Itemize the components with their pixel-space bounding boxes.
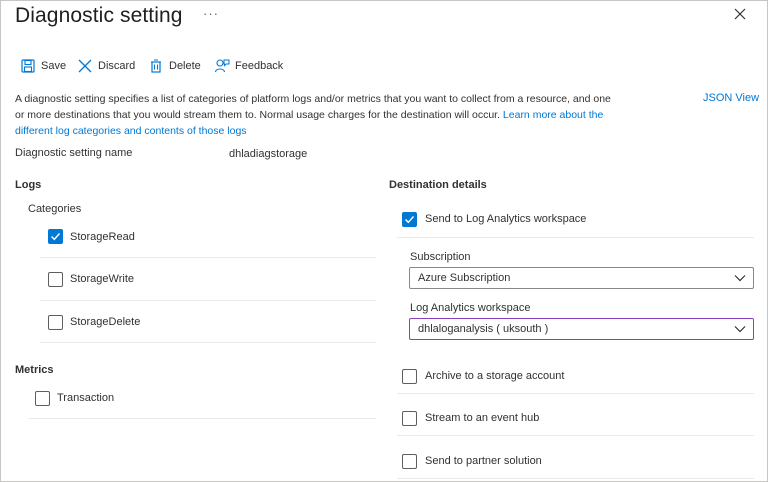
log-category-label: StorageRead <box>70 231 135 243</box>
log-category-storagewrite-checkbox[interactable] <box>48 272 63 287</box>
log-category-label: StorageDelete <box>70 316 141 328</box>
feedback-icon <box>214 59 230 73</box>
checkbox[interactable] <box>48 229 63 244</box>
subscription-value: Azure Subscription <box>418 272 511 284</box>
discard-icon <box>78 59 92 73</box>
event-hub-label: Stream to an event hub <box>425 412 540 424</box>
delete-label: Delete <box>169 60 201 72</box>
logs-heading: Logs <box>15 179 42 191</box>
divider <box>397 435 754 436</box>
log-analytics-label: Send to Log Analytics workspace <box>425 213 587 225</box>
workspace-label: Log Analytics workspace <box>410 302 531 314</box>
destination-heading: Destination details <box>389 179 487 191</box>
save-icon <box>21 59 35 73</box>
divider <box>40 257 376 258</box>
event-hub-checkbox[interactable] <box>402 411 417 426</box>
divider <box>40 300 376 301</box>
divider <box>397 478 754 479</box>
metric-transaction-checkbox[interactable] <box>35 391 50 406</box>
subscription-label: Subscription <box>410 251 471 263</box>
categories-label: Categories <box>28 203 82 215</box>
delete-button[interactable]: Delete <box>148 57 201 75</box>
setting-name-value: dhladiagstorage <box>229 148 308 160</box>
json-view-link[interactable]: JSON View <box>703 92 759 104</box>
chevron-down-icon <box>734 326 746 333</box>
checkmark-icon <box>405 216 415 224</box>
workspace-value: dhlaloganalysis ( uksouth ) <box>418 323 549 335</box>
close-icon <box>734 8 746 20</box>
log-analytics-checkbox[interactable] <box>402 212 417 227</box>
close-button[interactable] <box>733 7 747 21</box>
chevron-down-icon <box>734 275 746 282</box>
trash-icon <box>151 59 161 73</box>
discard-button[interactable]: Discard <box>77 57 135 75</box>
setting-name-label: Diagnostic setting name <box>15 147 133 159</box>
divider <box>397 237 754 238</box>
discard-label: Discard <box>98 60 136 72</box>
divider <box>397 393 754 394</box>
feedback-button[interactable]: Feedback <box>214 57 283 75</box>
partner-solution-label: Send to partner solution <box>425 455 542 467</box>
page-title: Diagnostic setting <box>15 4 183 27</box>
partner-solution-checkbox[interactable] <box>402 454 417 469</box>
metrics-heading: Metrics <box>15 364 54 376</box>
divider <box>28 418 376 419</box>
divider <box>40 342 376 343</box>
archive-checkbox[interactable] <box>402 369 417 384</box>
description: A diagnostic setting specifies a list of… <box>15 91 615 139</box>
save-button[interactable]: Save <box>20 57 66 75</box>
log-category-storagedelete-checkbox[interactable] <box>48 315 63 330</box>
metric-label: Transaction <box>57 392 115 404</box>
checkmark-icon <box>51 233 61 241</box>
archive-label: Archive to a storage account <box>425 370 565 382</box>
workspace-dropdown[interactable]: dhlaloganalysis ( uksouth ) <box>409 318 754 340</box>
log-category-label: StorageWrite <box>70 273 134 285</box>
feedback-label: Feedback <box>235 60 284 72</box>
subscription-dropdown[interactable]: Azure Subscription <box>409 267 754 289</box>
more-options-button[interactable]: ··· <box>203 6 219 21</box>
save-label: Save <box>41 60 67 72</box>
